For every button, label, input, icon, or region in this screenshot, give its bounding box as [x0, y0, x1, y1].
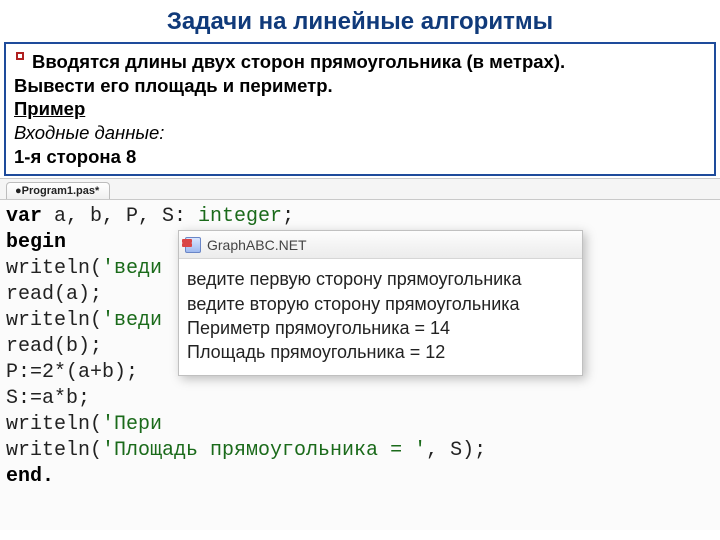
input-label: Входные данные: — [14, 122, 164, 143]
bullet-icon — [16, 52, 24, 60]
output-line: Периметр прямоугольника = 14 — [187, 316, 574, 340]
output-window[interactable]: GraphABC.NET ведите первую сторону прямо… — [178, 230, 583, 375]
app-icon — [185, 237, 201, 253]
editor-tab-bar: ●Program1.pas* — [0, 178, 720, 200]
code-line: writeln('Площадь прямоугольника = ', S); — [6, 438, 714, 464]
output-line: Площадь прямоугольника = 12 — [187, 340, 574, 364]
code-editor[interactable]: var a, b, P, S: integer; begin writeln('… — [0, 200, 720, 530]
output-line: ведите первую сторону прямоугольника — [187, 267, 574, 291]
example-label: Пример — [14, 98, 85, 119]
output-window-titlebar[interactable]: GraphABC.NET — [179, 231, 582, 259]
code-line: S:=a*b; — [6, 386, 714, 412]
input-row: 1-я сторона 8 — [14, 146, 136, 167]
output-body: ведите первую сторону прямоугольника вед… — [179, 259, 582, 374]
task-box: Вводятся длины двух сторон прямоугольник… — [4, 42, 716, 176]
output-window-title: GraphABC.NET — [207, 236, 307, 254]
page-title: Задачи на линейные алгоритмы — [0, 0, 720, 42]
code-line: writeln('Пери — [6, 412, 714, 438]
tab-program1[interactable]: ●Program1.pas* — [6, 182, 110, 199]
task-line-2: Вывести его площадь и периметр. — [14, 75, 333, 96]
output-line: ведите вторую сторону прямоугольника — [187, 292, 574, 316]
task-line-1: Вводятся длины двух сторон прямоугольник… — [32, 51, 565, 72]
code-line: var a, b, P, S: integer; — [6, 204, 714, 230]
code-line: end. — [6, 464, 714, 490]
